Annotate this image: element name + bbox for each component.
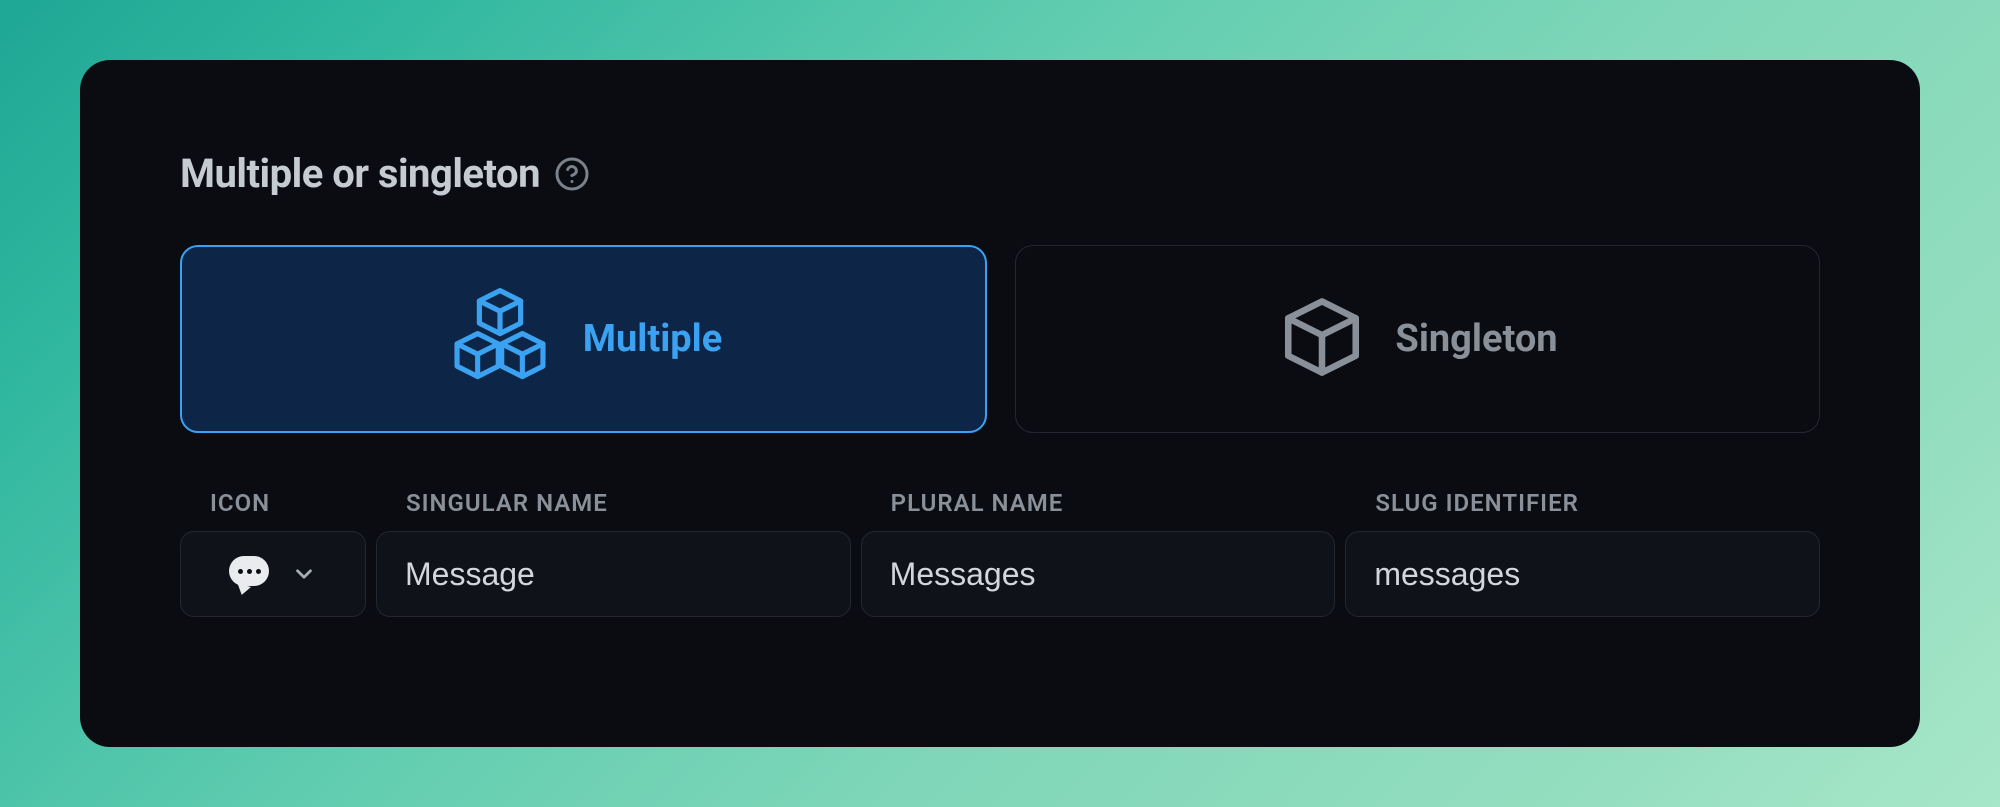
section-title-row: Multiple or singleton <box>180 150 1820 197</box>
plural-name-input[interactable] <box>861 531 1336 617</box>
icon-field-block: ICON <box>180 489 366 617</box>
help-icon[interactable] <box>554 156 590 192</box>
option-multiple-label: Multiple <box>583 317 722 361</box>
slug-field-label: SLUG IDENTIFIER <box>1375 489 1820 517</box>
singular-name-input[interactable] <box>376 531 851 617</box>
icon-field-label: ICON <box>210 489 366 517</box>
model-type-card: Multiple or singleton <box>80 60 1920 747</box>
slug-field-block: SLUG IDENTIFIER <box>1345 489 1820 617</box>
option-multiple[interactable]: Multiple <box>180 245 987 433</box>
section-title: Multiple or singleton <box>180 150 540 197</box>
option-singleton-label: Singleton <box>1395 317 1557 361</box>
speech-bubble-icon <box>229 556 269 592</box>
option-singleton[interactable]: Singleton <box>1015 245 1820 433</box>
fields-row: ICON SINGULAR NAME PLURAL NAME <box>180 489 1820 617</box>
slug-identifier-input[interactable] <box>1345 531 1820 617</box>
plural-field-block: PLURAL NAME <box>861 489 1336 617</box>
icon-select[interactable] <box>180 531 366 617</box>
instance-type-options: Multiple Singleton <box>180 245 1820 433</box>
singular-field-label: SINGULAR NAME <box>406 489 851 517</box>
plural-field-label: PLURAL NAME <box>891 489 1336 517</box>
cubes-icon <box>445 282 555 396</box>
cube-icon <box>1277 292 1367 386</box>
chevron-down-icon <box>291 561 317 587</box>
singular-field-block: SINGULAR NAME <box>376 489 851 617</box>
